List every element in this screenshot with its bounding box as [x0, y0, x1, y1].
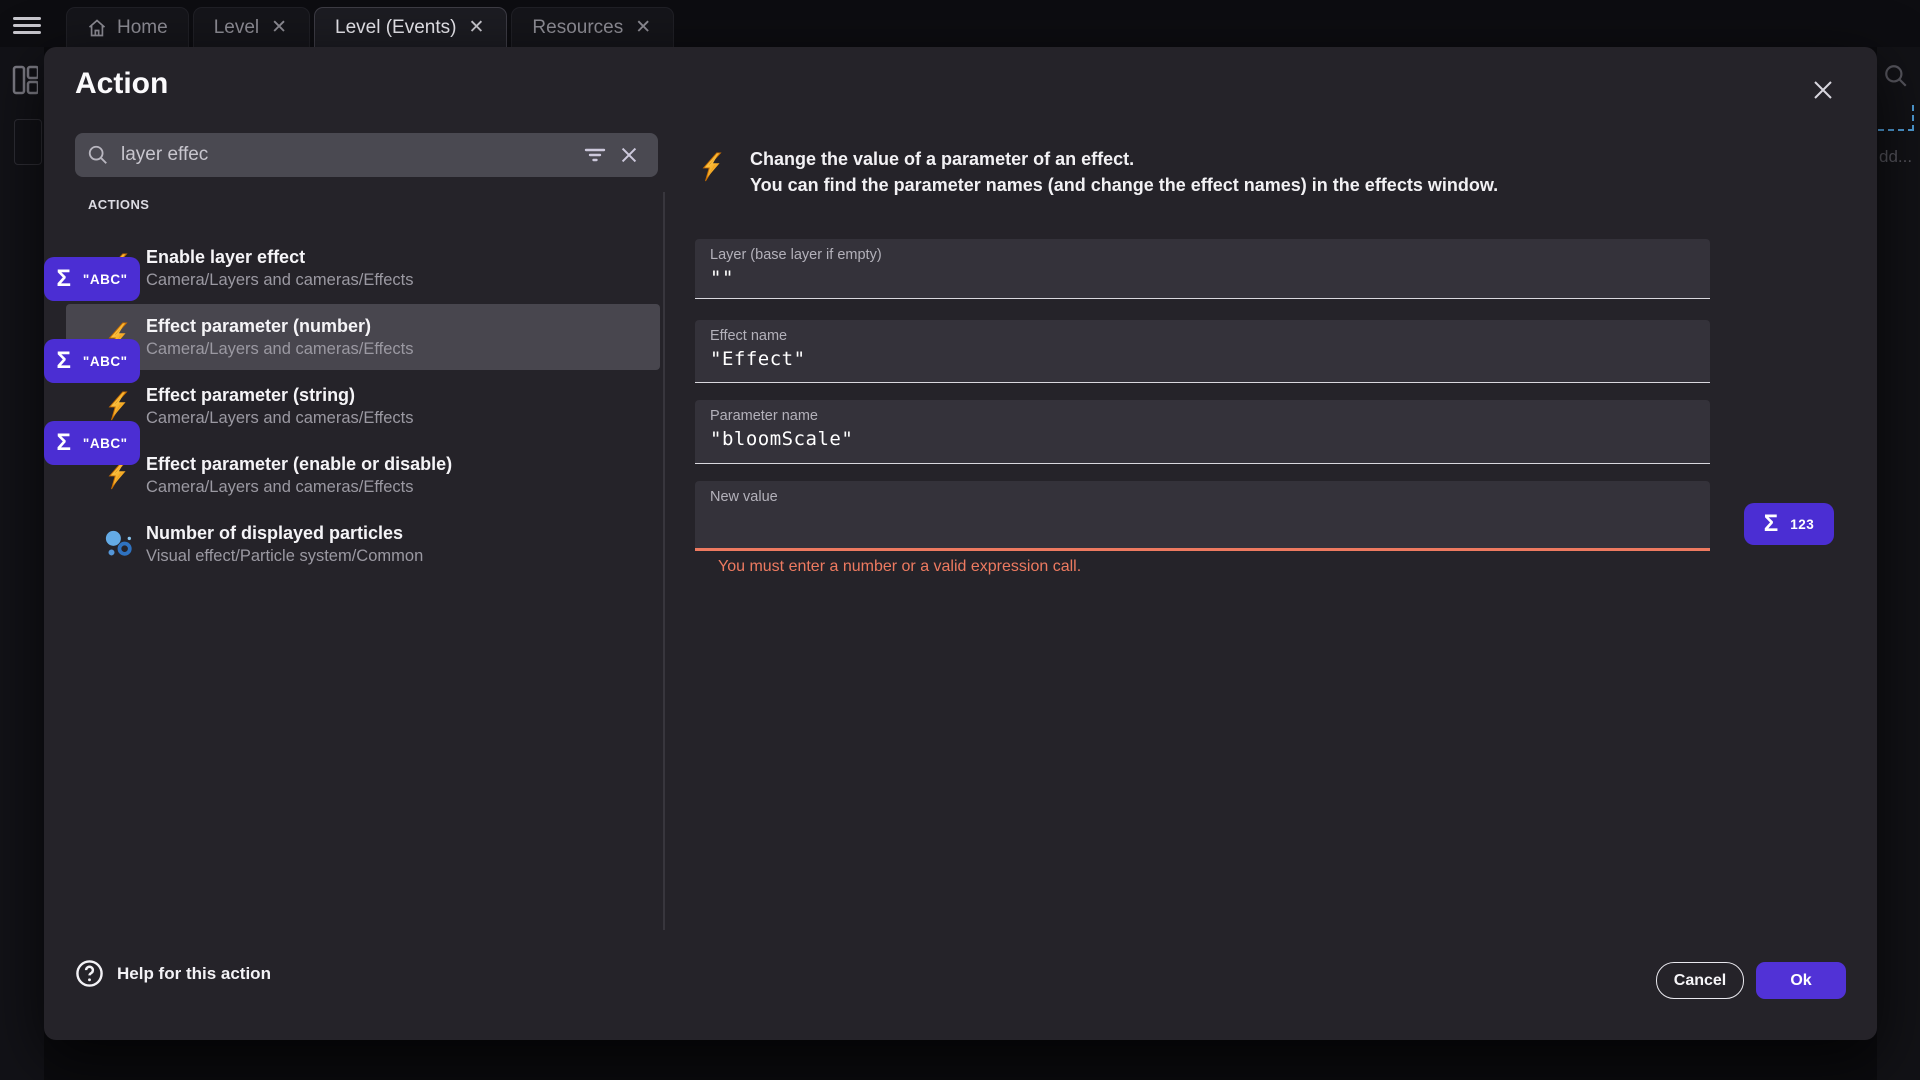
tab-label: Level (Events): [335, 17, 456, 39]
help-label: Help for this action: [117, 964, 271, 984]
action-path: Camera/Layers and cameras/Effects: [146, 407, 413, 429]
action-search-bar: [75, 133, 658, 177]
description-line1: Change the value of a parameter of an ef…: [750, 146, 1498, 172]
expression-builder-button-layer[interactable]: Σ "ABC": [44, 257, 140, 301]
action-title: Effect parameter (number): [146, 314, 413, 338]
search-input[interactable]: [121, 144, 578, 166]
action-path: Visual effect/Particle system/Common: [146, 545, 423, 567]
field-label: New value: [710, 489, 1695, 505]
field-parameter-name[interactable]: Parameter name "bloomScale": [695, 400, 1710, 464]
action-path: Camera/Layers and cameras/Effects: [146, 476, 452, 498]
layout-grid-icon: [12, 65, 38, 95]
list-item-effect-parameter-number[interactable]: Effect parameter (number) Camera/Layers …: [66, 304, 660, 370]
expression-builder-button-new-value[interactable]: Σ 123: [1744, 503, 1834, 545]
tab-close-icon[interactable]: ✕: [633, 16, 653, 39]
tab-resources[interactable]: Resources ✕: [511, 7, 674, 47]
field-label: Effect name: [710, 328, 1695, 344]
help-link[interactable]: Help for this action: [75, 959, 271, 988]
tab-label: Resources: [532, 17, 623, 39]
actions-list-header: ACTIONS: [88, 197, 149, 212]
sigma-icon: Σ: [1764, 512, 1778, 536]
field-value: "bloomScale": [710, 428, 1695, 450]
cancel-button[interactable]: Cancel: [1656, 962, 1744, 999]
background-button-fragment: [14, 119, 42, 165]
action-title: Effect parameter (string): [146, 383, 413, 407]
truncated-add-text: dd...: [1879, 147, 1912, 167]
tab-label: Level: [214, 17, 259, 39]
expression-type-label: "ABC": [83, 354, 128, 369]
action-dialog: Action ACTIONS Enable layer effect Camer…: [44, 47, 1877, 1040]
app-topbar: Home Level ✕ Level (Events) ✕ Resources …: [0, 0, 1920, 47]
tab-label: Home: [117, 17, 168, 39]
list-item-effect-parameter-enable[interactable]: Effect parameter (enable or disable) Cam…: [66, 442, 660, 508]
tab-close-icon[interactable]: ✕: [466, 16, 486, 39]
field-effect-name[interactable]: Effect name "Effect": [695, 320, 1710, 383]
sigma-icon: Σ: [57, 431, 71, 455]
tab-level[interactable]: Level ✕: [193, 7, 310, 47]
action-title: Number of displayed particles: [146, 521, 423, 545]
panel-divider: [663, 192, 665, 930]
tab-home[interactable]: Home: [66, 7, 189, 47]
action-title: Enable layer effect: [146, 245, 413, 269]
screen: Home Level ✕ Level (Events) ✕ Resources …: [0, 0, 1920, 1080]
lightning-icon: [698, 150, 728, 184]
action-title: Effect parameter (enable or disable): [146, 452, 452, 476]
field-label: Layer (base layer if empty): [710, 247, 1695, 263]
field-layer[interactable]: Layer (base layer if empty) "": [695, 239, 1710, 299]
tab-close-icon[interactable]: ✕: [269, 16, 289, 39]
search-icon: [87, 144, 109, 166]
list-item-enable-layer-effect[interactable]: Enable layer effect Camera/Layers and ca…: [66, 235, 660, 301]
tab-bar: Home Level ✕ Level (Events) ✕ Resources …: [66, 7, 674, 47]
main-menu-icon[interactable]: [13, 13, 41, 35]
home-icon: [87, 18, 107, 38]
field-label: Parameter name: [710, 408, 1695, 424]
background-right-strip: dd...: [1877, 47, 1920, 1080]
particles-icon: [104, 529, 134, 559]
filter-icon[interactable]: [578, 138, 612, 172]
field-new-value[interactable]: New value: [695, 481, 1710, 551]
description-line2: You can find the parameter names (and ch…: [750, 172, 1498, 198]
action-path: Camera/Layers and cameras/Effects: [146, 269, 413, 291]
field-value: "Effect": [710, 348, 1695, 370]
dialog-close-icon[interactable]: [1806, 73, 1840, 107]
action-description: Change the value of a parameter of an ef…: [698, 146, 1498, 198]
actions-list: Enable layer effect Camera/Layers and ca…: [66, 235, 660, 580]
field-value: "": [710, 267, 1695, 289]
clear-search-icon[interactable]: [612, 138, 646, 172]
list-item-effect-parameter-string[interactable]: Effect parameter (string) Camera/Layers …: [66, 373, 660, 439]
tab-level-events[interactable]: Level (Events) ✕: [314, 7, 507, 47]
question-circle-icon: [75, 959, 104, 988]
expression-builder-button-effect-name[interactable]: Σ "ABC": [44, 339, 140, 383]
sigma-icon: Σ: [57, 267, 71, 291]
list-item-number-displayed-particles[interactable]: Number of displayed particles Visual eff…: [66, 511, 660, 577]
validation-error-text: You must enter a number or a valid expre…: [718, 558, 1081, 576]
ok-button[interactable]: Ok: [1756, 962, 1846, 999]
expression-type-label: "ABC": [83, 436, 128, 451]
expression-builder-button-parameter-name[interactable]: Σ "ABC": [44, 421, 140, 465]
lightning-icon: [104, 391, 134, 421]
event-selection-dashed-border: [1878, 105, 1914, 131]
action-path: Camera/Layers and cameras/Effects: [146, 338, 413, 360]
sigma-icon: Σ: [57, 349, 71, 373]
dialog-title: Action: [75, 67, 168, 101]
search-icon[interactable]: [1883, 63, 1909, 89]
expression-type-label: 123: [1790, 517, 1814, 532]
background-left-strip: [0, 47, 44, 1080]
expression-type-label: "ABC": [83, 272, 128, 287]
